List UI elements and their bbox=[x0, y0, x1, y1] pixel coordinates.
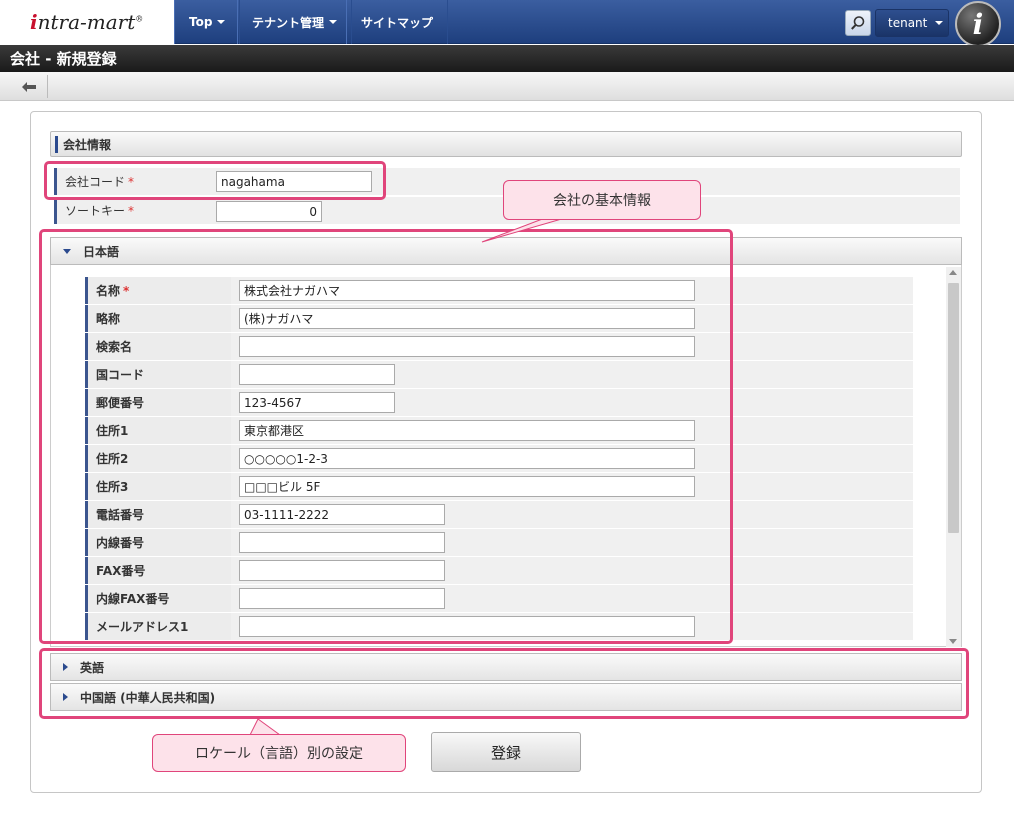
callout-basic-info-text: 会社の基本情報 bbox=[553, 193, 651, 209]
callout-locale-settings-text: ロケール（言語）別の設定 bbox=[195, 746, 363, 762]
callout-locale-settings: ロケール（言語）別の設定 bbox=[152, 734, 406, 772]
callout-basic-pointer bbox=[481, 217, 566, 243]
callout-basic-info: 会社の基本情報 bbox=[503, 180, 701, 220]
callout-locale-pointer bbox=[249, 718, 282, 736]
callout-pointers bbox=[249, 217, 566, 736]
